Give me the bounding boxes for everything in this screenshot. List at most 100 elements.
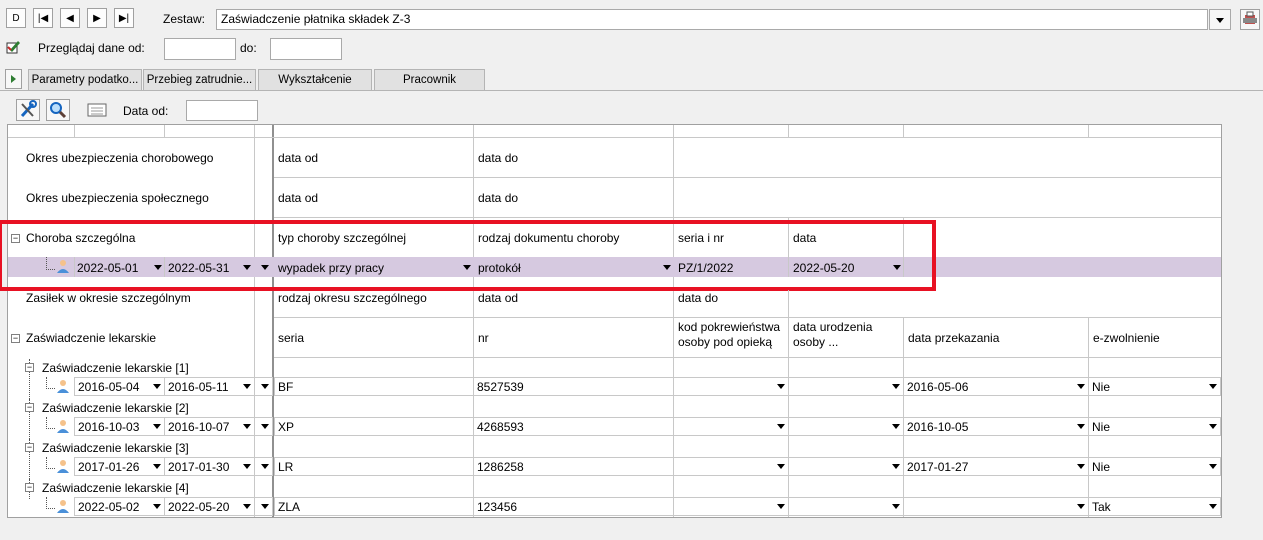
- lekarskie-col-kod-line1: kod pokrewieństwa: [678, 320, 781, 334]
- lekarskie-seria-field[interactable]: BF: [274, 377, 474, 396]
- lekarskie-extra-dropdown[interactable]: [254, 497, 273, 516]
- chevron-down-icon[interactable]: [1077, 424, 1085, 429]
- lekarskie-ezwolnienie-value: Tak: [1092, 500, 1111, 514]
- lekarskie-col-seria: seria: [278, 331, 305, 345]
- collapse-icon[interactable]: −: [25, 483, 34, 492]
- lekarskie-to-date[interactable]: 2017-01-30: [164, 457, 255, 476]
- person-icon: [57, 500, 69, 513]
- chevron-down-icon[interactable]: [1209, 384, 1217, 389]
- tab-pracownik[interactable]: Pracownik: [374, 69, 485, 90]
- browse-to-input[interactable]: [270, 38, 342, 60]
- lekarskie-przekazania-field[interactable]: 2016-10-05: [903, 417, 1089, 436]
- chevron-down-icon[interactable]: [1077, 504, 1085, 509]
- lekarskie-kod-field[interactable]: [673, 457, 789, 476]
- lekarskie-nr-field[interactable]: 8527539: [473, 377, 674, 396]
- chevron-down-icon[interactable]: [243, 504, 251, 509]
- lekarskie-nr-field[interactable]: 123456: [473, 497, 674, 516]
- lekarskie-ezwolnienie-field[interactable]: Nie: [1088, 457, 1221, 476]
- chevron-down-icon[interactable]: [261, 504, 269, 509]
- chevron-down-icon[interactable]: [892, 504, 900, 509]
- lekarskie-seria-field[interactable]: ZLA: [274, 497, 474, 516]
- lekarskie-extra-dropdown[interactable]: [254, 457, 273, 476]
- chevron-down-icon[interactable]: [1077, 384, 1085, 389]
- zestaw-dropdown-button[interactable]: [1209, 9, 1231, 30]
- chevron-down-icon[interactable]: [261, 424, 269, 429]
- chevron-down-icon[interactable]: [892, 384, 900, 389]
- lekarskie-przekazania-field[interactable]: 2016-05-06: [903, 377, 1089, 396]
- row-line: [274, 317, 1221, 318]
- chevron-down-icon[interactable]: [777, 424, 785, 429]
- lekarskie-ezwolnienie-value: Nie: [1092, 460, 1111, 474]
- chevron-down-icon[interactable]: [1209, 424, 1217, 429]
- lekarskie-ezwolnienie-field[interactable]: Nie: [1088, 417, 1221, 436]
- chevron-down-icon[interactable]: [243, 384, 251, 389]
- collapse-icon[interactable]: −: [25, 403, 34, 412]
- lekarskie-kod-field[interactable]: [673, 377, 789, 396]
- first-record-button[interactable]: |◀: [33, 8, 53, 28]
- chevron-down-icon[interactable]: [153, 384, 161, 389]
- lekarskie-to-date[interactable]: 2016-05-11: [164, 377, 255, 396]
- chevron-down-icon[interactable]: [892, 424, 900, 429]
- collapse-icon[interactable]: −: [25, 443, 34, 452]
- chevron-down-icon[interactable]: [1209, 464, 1217, 469]
- lekarskie-urodzenie-field[interactable]: [788, 377, 904, 396]
- lekarskie-przekazania-field[interactable]: [903, 497, 1089, 516]
- date-from-input[interactable]: [186, 100, 258, 121]
- lekarskie-extra-dropdown[interactable]: [254, 377, 273, 396]
- lekarskie-ezwolnienie-field[interactable]: Tak: [1088, 497, 1221, 516]
- lekarskie-seria-field[interactable]: LR: [274, 457, 474, 476]
- lekarskie-przekazania-field[interactable]: 2017-01-27: [903, 457, 1089, 476]
- lekarskie-seria-field[interactable]: XP: [274, 417, 474, 436]
- lekarskie-item-title: Zaświadczenie lekarskie [3]: [42, 441, 189, 455]
- lekarskie-kod-field[interactable]: [673, 417, 789, 436]
- chevron-down-icon[interactable]: [777, 384, 785, 389]
- lekarskie-from-date[interactable]: 2022-05-02: [74, 497, 165, 516]
- lekarskie-from-date[interactable]: 2016-10-03: [74, 417, 165, 436]
- chevron-down-icon[interactable]: [1077, 464, 1085, 469]
- chevron-down-icon[interactable]: [153, 464, 161, 469]
- search-button[interactable]: [46, 99, 70, 121]
- next-record-button[interactable]: ▶: [87, 8, 107, 28]
- calendar-icon[interactable]: [87, 103, 107, 117]
- chevron-down-icon[interactable]: [1209, 504, 1217, 509]
- tools-button[interactable]: [16, 99, 40, 121]
- chevron-down-icon[interactable]: [777, 504, 785, 509]
- lekarskie-to-date[interactable]: 2022-05-20: [164, 497, 255, 516]
- collapse-icon[interactable]: −: [25, 363, 34, 372]
- chevron-down-icon[interactable]: [243, 464, 251, 469]
- lekarskie-nr-value: 4268593: [477, 420, 524, 434]
- chevron-down-icon[interactable]: [777, 464, 785, 469]
- chevron-down-icon[interactable]: [261, 464, 269, 469]
- zestaw-select[interactable]: Zaświadczenie płatnika składek Z-3: [216, 9, 1208, 30]
- browse-from-input[interactable]: [164, 38, 236, 60]
- lekarskie-to-date[interactable]: 2016-10-07: [164, 417, 255, 436]
- lekarskie-nr-field[interactable]: 1286258: [473, 457, 674, 476]
- print-button[interactable]: [1240, 9, 1260, 30]
- lekarskie-nr-field[interactable]: 4268593: [473, 417, 674, 436]
- lekarskie-from-date[interactable]: 2016-05-04: [74, 377, 165, 396]
- lekarskie-urodzenie-field[interactable]: [788, 417, 904, 436]
- play-icon: [11, 75, 16, 83]
- lekarskie-to-value: 2017-01-30: [168, 460, 230, 474]
- refresh-button[interactable]: D: [6, 8, 26, 28]
- collapse-icon[interactable]: −: [11, 334, 20, 343]
- chevron-down-icon[interactable]: [153, 424, 161, 429]
- chevron-down-icon[interactable]: [892, 464, 900, 469]
- lekarskie-urodzenie-field[interactable]: [788, 457, 904, 476]
- tab-wyksztalcenie[interactable]: Wykształcenie: [258, 69, 372, 90]
- browse-from-label: Przeglądaj dane od:: [38, 41, 145, 55]
- tab-przebieg-zatrudnienia[interactable]: Przebieg zatrudnie...: [143, 69, 256, 90]
- tab-parametry-podatkowe[interactable]: Parametry podatko...: [28, 69, 142, 90]
- chevron-down-icon[interactable]: [261, 384, 269, 389]
- lekarskie-extra-dropdown[interactable]: [254, 417, 273, 436]
- previous-record-button[interactable]: ◀: [60, 8, 80, 28]
- chevron-down-icon[interactable]: [243, 424, 251, 429]
- lekarskie-kod-field[interactable]: [673, 497, 789, 516]
- last-record-button[interactable]: ▶|: [114, 8, 134, 28]
- lekarskie-urodzenie-field[interactable]: [788, 497, 904, 516]
- lekarskie-ezwolnienie-field[interactable]: Nie: [1088, 377, 1221, 396]
- search-icon: [50, 102, 67, 119]
- lekarskie-from-date[interactable]: 2017-01-26: [74, 457, 165, 476]
- tab-scroll-button[interactable]: [5, 69, 22, 89]
- chevron-down-icon[interactable]: [153, 504, 161, 509]
